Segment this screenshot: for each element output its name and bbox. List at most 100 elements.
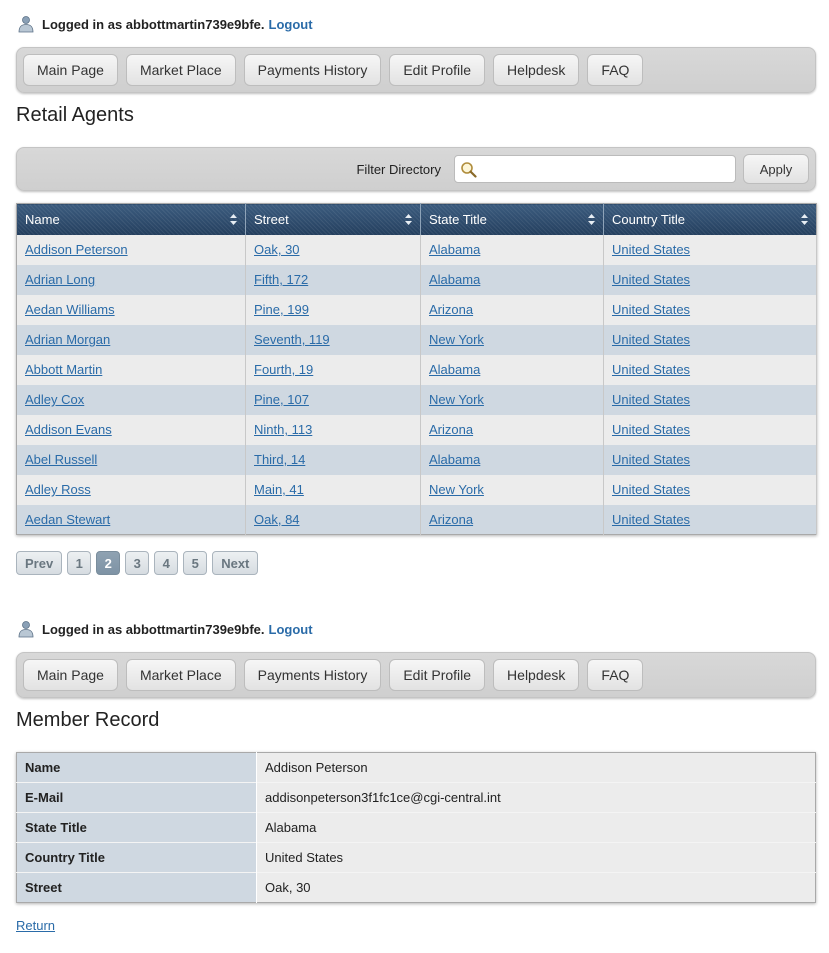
page-2-button[interactable]: 2 xyxy=(96,551,121,575)
table-header-row: Name Street State Title Country Title xyxy=(16,203,817,235)
login-label: Logged in as abbottmartin739e9bfe. xyxy=(42,621,265,637)
table-row: Aedan Williams Pine, 199 Arizona United … xyxy=(16,294,817,325)
agent-street-link[interactable]: Pine, 107 xyxy=(254,392,309,407)
page-4-button[interactable]: 4 xyxy=(154,551,179,575)
login-status: Logged in as abbottmartin739e9bfe. Logou… xyxy=(16,14,816,34)
record-field-label: Name xyxy=(16,752,257,783)
column-header-name[interactable]: Name xyxy=(16,203,246,235)
nav-main-page-button[interactable]: Main Page xyxy=(23,54,118,86)
record-field-value: United States xyxy=(256,842,816,873)
logout-link[interactable]: Logout xyxy=(269,622,313,637)
agent-street-link[interactable]: Seventh, 119 xyxy=(254,332,330,347)
agent-country-link[interactable]: United States xyxy=(612,452,690,467)
agent-country-link[interactable]: United States xyxy=(612,362,690,377)
nav-edit-profile-button[interactable]: Edit Profile xyxy=(389,659,486,691)
member-record-wrapper: Name Addison Peterson E-Mail addisonpete… xyxy=(16,752,816,903)
agent-name-link[interactable]: Abel Russell xyxy=(25,452,97,467)
record-row: Street Oak, 30 xyxy=(16,872,816,903)
agent-country-link[interactable]: United States xyxy=(612,512,690,527)
agent-street-link[interactable]: Fourth, 19 xyxy=(254,362,313,377)
apply-button[interactable]: Apply xyxy=(743,154,809,184)
table-row: Abel Russell Third, 14 Alabama United St… xyxy=(16,444,817,475)
logout-link[interactable]: Logout xyxy=(269,17,313,32)
agent-state-link[interactable]: New York xyxy=(429,392,484,407)
login-status-secondary: Logged in as abbottmartin739e9bfe. Logou… xyxy=(16,619,816,639)
agent-state-link[interactable]: Arizona xyxy=(429,512,473,527)
sort-icon xyxy=(405,214,412,225)
agent-name-link[interactable]: Aedan Williams xyxy=(25,302,115,317)
directory-table: Name Street State Title Country Title Ad… xyxy=(16,203,817,535)
table-row: Addison Evans Ninth, 113 Arizona United … xyxy=(16,414,817,445)
agent-state-link[interactable]: Arizona xyxy=(429,302,473,317)
page-title: Retail Agents xyxy=(16,104,134,126)
agent-name-link[interactable]: Adrian Morgan xyxy=(25,332,110,347)
agent-street-link[interactable]: Main, 41 xyxy=(254,482,304,497)
record-field-label: State Title xyxy=(16,812,257,843)
record-row: Country Title United States xyxy=(16,842,816,873)
column-header-state-title[interactable]: State Title xyxy=(420,203,604,235)
filter-bar: Filter Directory Apply xyxy=(16,147,816,191)
filter-directory-input[interactable] xyxy=(455,156,735,182)
agent-country-link[interactable]: United States xyxy=(612,392,690,407)
user-icon xyxy=(18,621,34,638)
next-page-button[interactable]: Next xyxy=(212,551,259,575)
agent-country-link[interactable]: United States xyxy=(612,422,690,437)
sort-icon xyxy=(801,214,808,225)
record-field-value: Oak, 30 xyxy=(256,872,816,903)
nav-faq-button[interactable]: FAQ xyxy=(587,54,644,86)
sort-icon xyxy=(230,214,237,225)
table-row: Adley Ross Main, 41 New York United Stat… xyxy=(16,474,817,505)
prev-page-button[interactable]: Prev xyxy=(16,551,63,575)
main-navbar-secondary: Main Page Market Place Payments History … xyxy=(16,652,816,698)
agent-state-link[interactable]: Alabama xyxy=(429,242,480,257)
nav-market-place-button[interactable]: Market Place xyxy=(125,54,236,86)
agent-name-link[interactable]: Adley Cox xyxy=(25,392,84,407)
record-row: State Title Alabama xyxy=(16,812,816,843)
nav-helpdesk-button[interactable]: Helpdesk xyxy=(493,659,580,691)
agent-street-link[interactable]: Oak, 84 xyxy=(254,512,300,527)
page-1-button[interactable]: 1 xyxy=(67,551,92,575)
agent-country-link[interactable]: United States xyxy=(612,242,690,257)
nav-edit-profile-button[interactable]: Edit Profile xyxy=(389,54,486,86)
agent-country-link[interactable]: United States xyxy=(612,302,690,317)
agent-name-link[interactable]: Aedan Stewart xyxy=(25,512,110,527)
agent-name-link[interactable]: Abbott Martin xyxy=(25,362,102,377)
column-header-street[interactable]: Street xyxy=(245,203,421,235)
agent-name-link[interactable]: Adley Ross xyxy=(25,482,91,497)
agent-state-link[interactable]: Alabama xyxy=(429,452,480,467)
agent-street-link[interactable]: Pine, 199 xyxy=(254,302,309,317)
record-field-value: addisonpeterson3f1fc1ce@cgi-central.int xyxy=(256,782,816,813)
main-navbar: Main Page Market Place Payments History … xyxy=(16,47,816,93)
agent-state-link[interactable]: Arizona xyxy=(429,422,473,437)
nav-helpdesk-button[interactable]: Helpdesk xyxy=(493,54,580,86)
page-3-button[interactable]: 3 xyxy=(125,551,150,575)
nav-main-page-button[interactable]: Main Page xyxy=(23,659,118,691)
column-header-country-title[interactable]: Country Title xyxy=(604,203,817,235)
return-link[interactable]: Return xyxy=(16,918,55,933)
nav-faq-button[interactable]: FAQ xyxy=(587,659,644,691)
agent-street-link[interactable]: Oak, 30 xyxy=(254,242,300,257)
agent-name-link[interactable]: Addison Peterson xyxy=(25,242,128,257)
nav-payments-history-button[interactable]: Payments History xyxy=(243,659,382,691)
agent-country-link[interactable]: United States xyxy=(612,482,690,497)
search-icon xyxy=(461,162,477,178)
directory-grid-wrapper: Name Street State Title Country Title Ad… xyxy=(16,203,817,535)
record-field-label: Country Title xyxy=(16,842,257,873)
nav-payments-history-button[interactable]: Payments History xyxy=(243,54,382,86)
page-5-button[interactable]: 5 xyxy=(183,551,208,575)
agent-state-link[interactable]: Alabama xyxy=(429,272,480,287)
agent-state-link[interactable]: New York xyxy=(429,332,484,347)
agent-street-link[interactable]: Third, 14 xyxy=(254,452,305,467)
table-row: Abbott Martin Fourth, 19 Alabama United … xyxy=(16,354,817,385)
agent-country-link[interactable]: United States xyxy=(612,332,690,347)
record-field-value: Alabama xyxy=(256,812,816,843)
agent-state-link[interactable]: New York xyxy=(429,482,484,497)
agent-country-link[interactable]: United States xyxy=(612,272,690,287)
agent-street-link[interactable]: Ninth, 113 xyxy=(254,422,312,437)
agent-name-link[interactable]: Addison Evans xyxy=(25,422,112,437)
agent-street-link[interactable]: Fifth, 172 xyxy=(254,272,308,287)
table-row: Adrian Long Fifth, 172 Alabama United St… xyxy=(16,264,817,295)
nav-market-place-button[interactable]: Market Place xyxy=(125,659,236,691)
agent-state-link[interactable]: Alabama xyxy=(429,362,480,377)
agent-name-link[interactable]: Adrian Long xyxy=(25,272,95,287)
